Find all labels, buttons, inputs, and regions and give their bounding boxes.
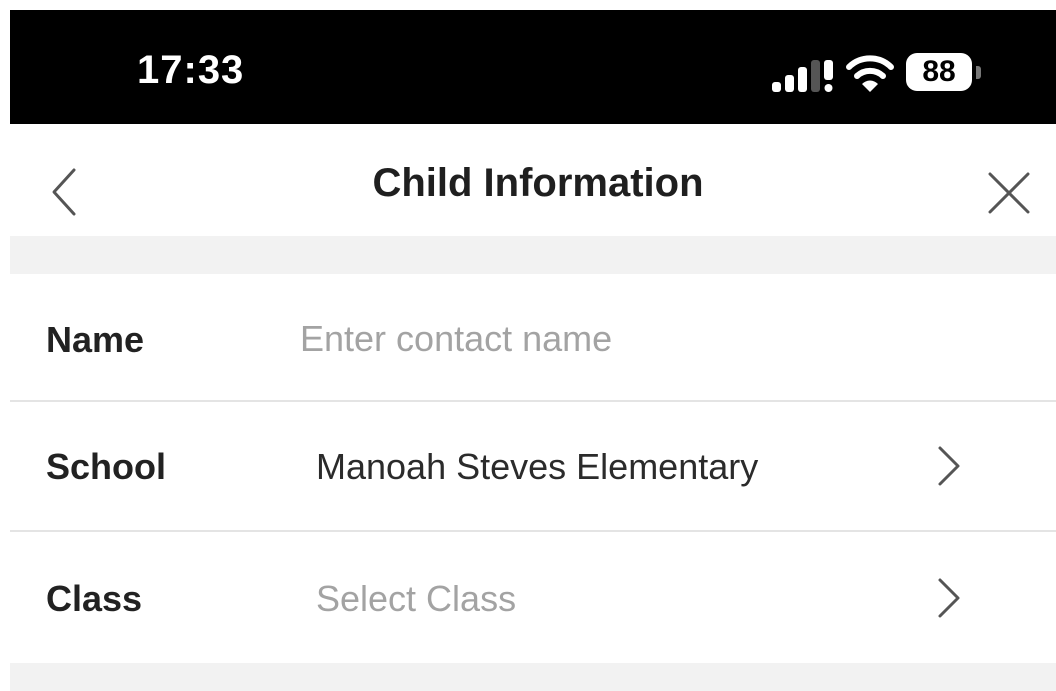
- status-time: 17:33: [137, 48, 245, 92]
- close-icon[interactable]: [986, 170, 1032, 216]
- class-placeholder: Select Class: [316, 578, 517, 619]
- cellular-signal-icon: [772, 60, 833, 92]
- class-row[interactable]: Class Select Class: [10, 532, 1056, 663]
- page-title: Child Information: [372, 161, 704, 205]
- section-separator: [10, 236, 1056, 274]
- chevron-right-icon: [938, 578, 960, 618]
- status-bar: 17:33 88: [10, 10, 1056, 124]
- battery-cap: [976, 66, 981, 79]
- wifi-icon: [846, 55, 894, 92]
- battery-icon: 88: [906, 53, 990, 93]
- section-separator: [10, 663, 1056, 691]
- app-screen: 17:33 88 Child Information Name Enter co…: [10, 10, 1056, 691]
- name-row: Name: [10, 274, 1056, 402]
- school-label: School: [46, 446, 167, 487]
- name-input[interactable]: [300, 309, 1000, 369]
- chevron-right-icon: [938, 446, 960, 486]
- school-value: Manoah Steves Elementary: [316, 446, 759, 487]
- class-label: Class: [46, 578, 143, 619]
- battery-level: 88: [922, 55, 956, 88]
- navigation-bar: Child Information: [10, 124, 1056, 236]
- school-row[interactable]: School Manoah Steves Elementary: [10, 402, 1056, 530]
- name-label: Name: [46, 319, 145, 360]
